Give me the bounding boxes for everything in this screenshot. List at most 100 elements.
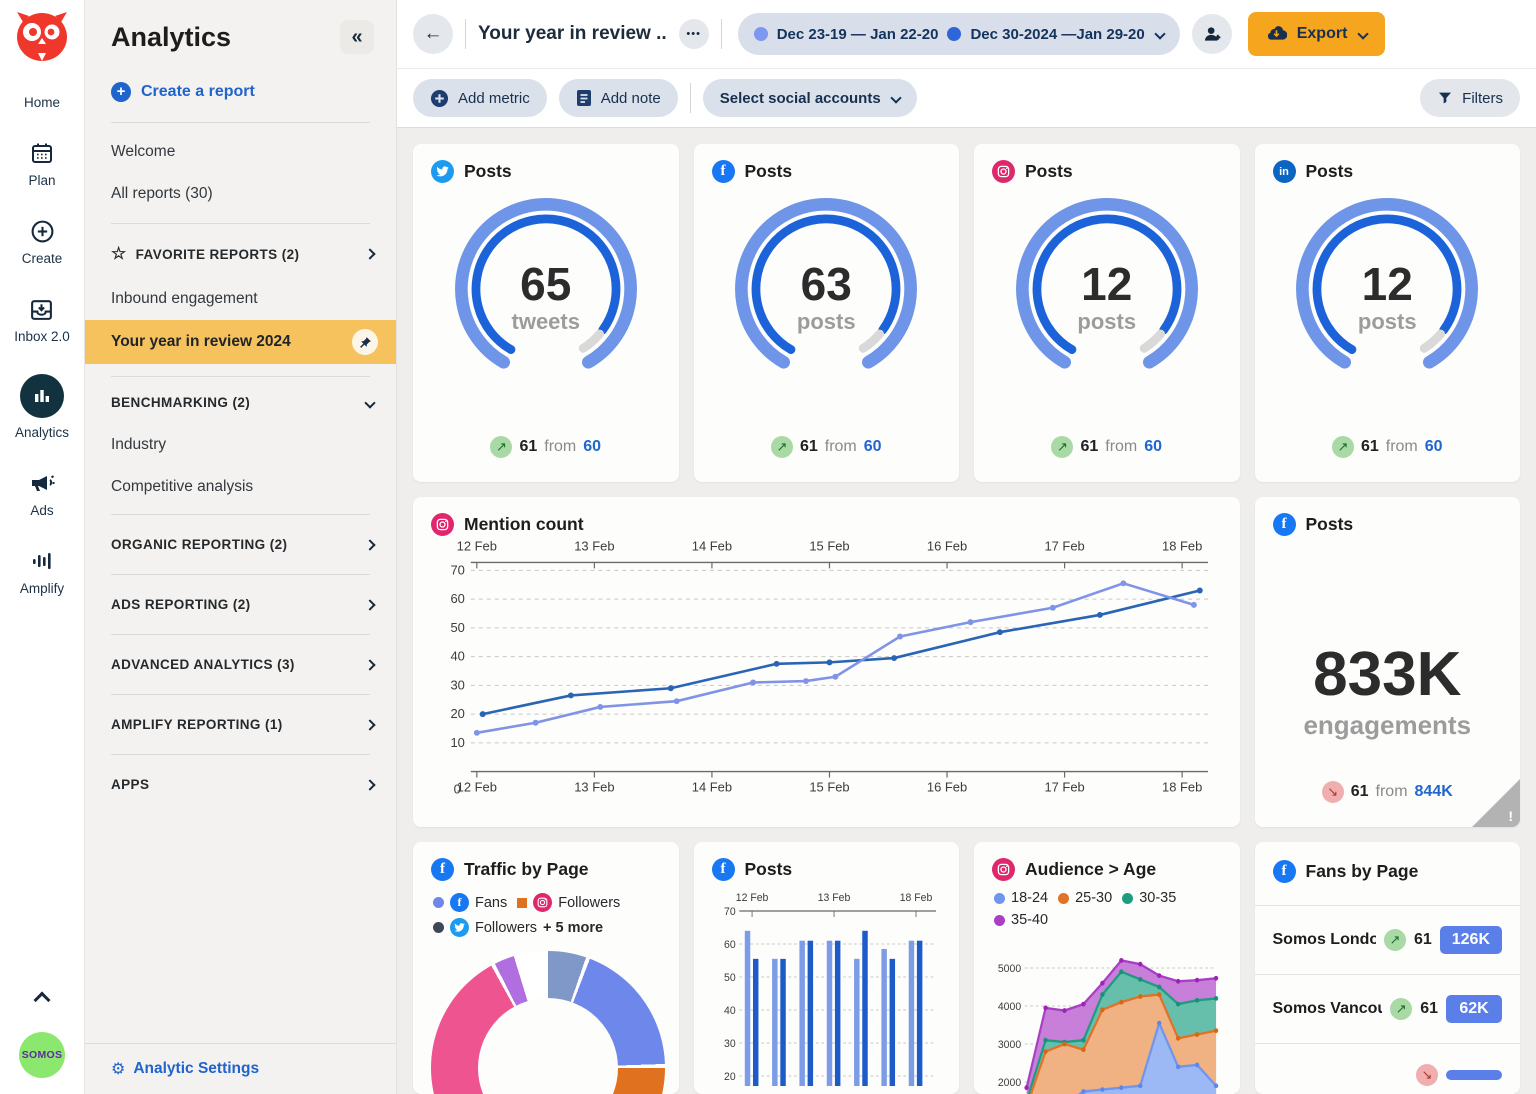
range-1-dot (754, 27, 768, 41)
rail-item-plan[interactable]: Plan (28, 140, 55, 188)
svg-text:0: 0 (454, 782, 461, 797)
fans-by-page-card[interactable]: f Fans by Page Somos London ↗ 61 126K So… (1255, 842, 1521, 1094)
gear-icon: ⚙ (111, 1059, 125, 1079)
rail-item-label: Ads (30, 503, 53, 518)
posts-bar-chart: 70605040302012 Feb13 Feb18 Feb (712, 881, 942, 1086)
facebook-icon: f (712, 160, 735, 183)
collapse-rail-chevron[interactable] (34, 992, 51, 1009)
warning-icon: ! (1508, 808, 1513, 824)
traffic-by-page-card[interactable]: f Traffic by Page f Fans Followers Follo… (413, 842, 679, 1094)
svg-text:17 Feb: 17 Feb (1044, 538, 1084, 553)
section-apps[interactable]: APPS (85, 755, 396, 814)
section-organic-reporting[interactable]: ORGANIC REPORTING (2) (85, 515, 396, 574)
rail-item-create[interactable]: Create (22, 218, 63, 266)
collapse-sidebar-button[interactable]: « (340, 20, 374, 54)
rail-item-label: Analytics (15, 425, 69, 440)
svg-text:60: 60 (724, 939, 736, 952)
rail-item-label: Inbox 2.0 (14, 329, 70, 344)
report-title: Your year in review .. (478, 23, 667, 45)
metric-card-instagram-posts[interactable]: Posts 12 posts ↗ 61 from 60 (974, 144, 1240, 482)
chevron-right-icon (364, 539, 375, 550)
card-title: Mention count (464, 514, 584, 535)
filters-button[interactable]: Filters (1420, 79, 1520, 117)
bar-chart-icon (20, 374, 64, 418)
sidebar-item-all-reports[interactable]: All reports (30) (85, 173, 396, 215)
trend-up-icon: ↗ (1384, 929, 1406, 951)
metric-card-linkedin-posts[interactable]: in Posts 12 posts ↗ 61 from 60 (1255, 144, 1521, 482)
engagements-unit: engagements (1273, 710, 1503, 741)
mention-count-line-chart: 1020304050607012 Feb13 Feb14 Feb15 Feb16… (431, 536, 1220, 804)
calendar-icon (30, 140, 54, 166)
svg-text:12 Feb: 12 Feb (457, 538, 497, 553)
rail-item-label: Amplify (20, 581, 64, 596)
metric-card-facebook-posts[interactable]: f Posts 63 posts ↗ 61 from 60 (694, 144, 960, 482)
svg-text:13 Feb: 13 Feb (574, 780, 614, 795)
section-benchmarking[interactable]: BENCHMARKING (2) (85, 381, 396, 424)
mention-count-card[interactable]: Mention count 1020304050607012 Feb13 Feb… (413, 497, 1240, 827)
svg-text:16 Feb: 16 Feb (927, 538, 967, 553)
facebook-icon: f (450, 893, 469, 912)
share-add-user-button[interactable] (1192, 14, 1232, 54)
fans-row-somos-vancouver[interactable]: Somos Vancouver ↗ 61 62K (1255, 974, 1521, 1043)
section-advanced-analytics[interactable]: ADVANCED ANALYTICS (3) (85, 635, 396, 694)
svg-text:30: 30 (724, 1038, 736, 1051)
facebook-icon: f (1273, 513, 1296, 536)
svg-text:4000: 4000 (998, 1001, 1021, 1014)
engagements-card[interactable]: f Posts 833K engagements ↘ 61 from 844K … (1255, 497, 1521, 827)
facebook-icon: f (712, 858, 735, 881)
add-metric-button[interactable]: Add metric (413, 79, 547, 117)
instagram-icon (992, 160, 1015, 183)
posts-bar-card[interactable]: f Posts 70605040302012 Feb13 Feb18 Feb (694, 842, 960, 1094)
sidebar-item-competitive-analysis[interactable]: Competitive analysis (85, 466, 396, 508)
rail-item-analytics[interactable]: Analytics (15, 374, 69, 440)
filter-funnel-icon (1437, 90, 1453, 106)
trend-down-icon: ↘ (1322, 781, 1344, 803)
fans-row-somos-london[interactable]: Somos London ↗ 61 126K (1255, 905, 1521, 974)
card-title: Posts (1025, 161, 1073, 182)
select-social-accounts-dropdown[interactable]: Select social accounts (703, 79, 917, 117)
fans-row-partial[interactable]: ↘ (1255, 1043, 1521, 1094)
sidebar-item-industry[interactable]: Industry (85, 424, 396, 466)
back-button[interactable]: ← (413, 14, 453, 54)
svg-text:20: 20 (724, 1071, 736, 1084)
rail-item-label: Plan (28, 173, 55, 188)
app-rail: Home Plan Create Inbox 2.0 Analytics Ads (0, 0, 85, 1094)
section-amplify-reporting[interactable]: AMPLIFY REPORTING (1) (85, 695, 396, 754)
hootsuite-owl-logo[interactable] (15, 10, 69, 67)
create-report-button[interactable]: + Create a report (85, 72, 396, 122)
add-note-button[interactable]: Add note (559, 79, 678, 117)
pin-icon[interactable] (352, 329, 378, 355)
card-title: Traffic by Page (464, 859, 589, 880)
signal-bars-icon (30, 548, 54, 574)
svg-text:50: 50 (450, 620, 464, 635)
export-button[interactable]: Export (1248, 12, 1386, 56)
section-ads-reporting[interactable]: ADS REPORTING (2) (85, 575, 396, 634)
svg-text:5000: 5000 (998, 963, 1021, 976)
rail-item-inbox[interactable]: Inbox 2.0 (14, 296, 70, 344)
fans-count-badge: 126K (1440, 926, 1502, 954)
svg-text:10: 10 (450, 735, 464, 750)
rail-item-amplify[interactable]: Amplify (20, 548, 64, 596)
analytic-settings-link[interactable]: ⚙ Analytic Settings (85, 1043, 396, 1094)
date-range-selector[interactable]: Dec 23-19 — Jan 22-20 Dec 30-2024 —Jan 2… (738, 13, 1180, 55)
sidebar-item-inbound-engagement[interactable]: Inbound engagement (85, 278, 396, 320)
svg-text:12 Feb: 12 Feb (457, 780, 497, 795)
avatar[interactable]: SOMOS (19, 1032, 65, 1078)
metric-card-twitter-posts[interactable]: Posts 65 tweets ↗ 61 from 60 (413, 144, 679, 482)
more-options-button[interactable]: ••• (679, 19, 709, 49)
svg-text:14 Feb: 14 Feb (692, 780, 732, 795)
twitter-icon (450, 918, 469, 937)
gauge-value: 65 (439, 261, 653, 307)
rail-item-home[interactable]: Home (24, 95, 60, 110)
sidebar-item-year-in-review-active[interactable]: Your year in review 2024 (85, 320, 396, 364)
twitter-icon (431, 160, 454, 183)
instagram-icon (431, 513, 454, 536)
trend-up-icon: ↗ (1332, 436, 1354, 458)
section-favorite-reports[interactable]: ☆FAVORITE REPORTS (2) (85, 230, 396, 278)
plus-icon: + (111, 82, 131, 102)
audience-age-card[interactable]: Audience > Age 18-24 25-30 30-35 35-40 5… (974, 842, 1240, 1094)
sidebar-item-welcome[interactable]: Welcome (85, 131, 396, 173)
inbox-icon (29, 296, 54, 322)
rail-item-ads[interactable]: Ads (29, 470, 55, 518)
report-canvas: Posts 65 tweets ↗ 61 from 60 f Posts (397, 128, 1536, 1094)
